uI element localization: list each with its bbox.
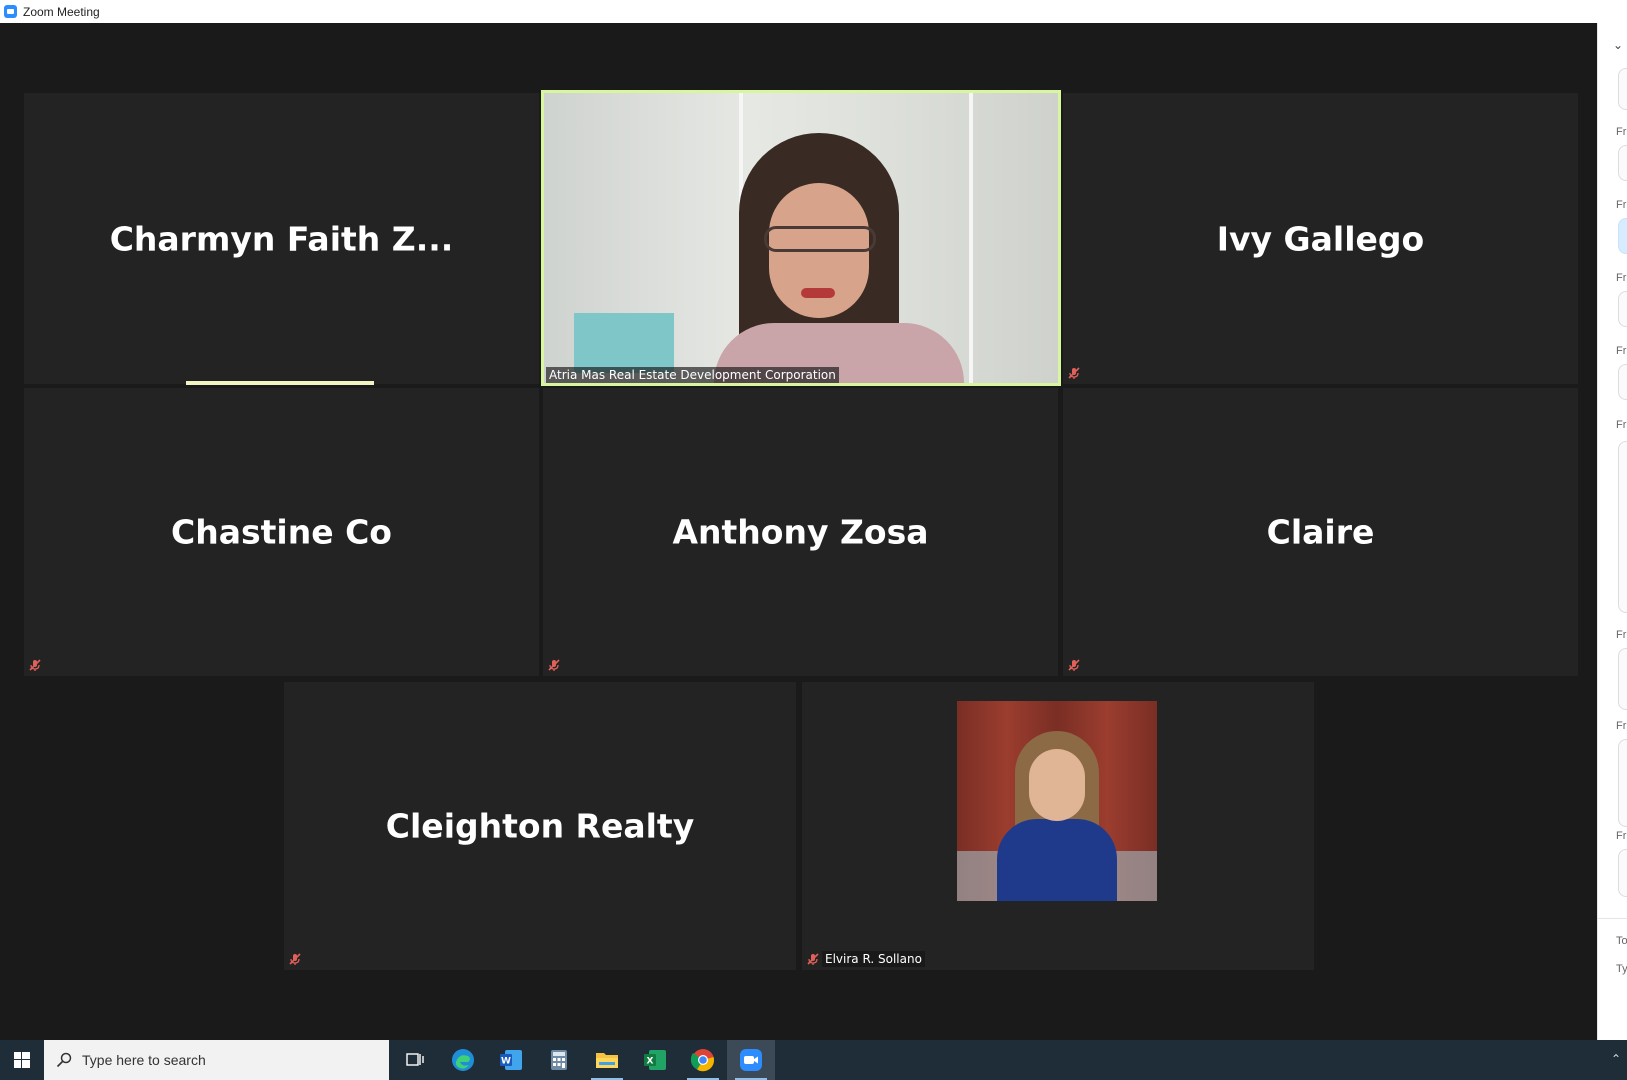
chat-sender-label: Fr bbox=[1616, 419, 1627, 431]
participant-name: Charmyn Faith Z... bbox=[109, 219, 454, 258]
zoom-taskbar-icon[interactable] bbox=[727, 1040, 775, 1080]
chevron-up-icon[interactable]: ⌃ bbox=[1611, 1052, 1621, 1066]
divider bbox=[1598, 918, 1627, 919]
participant-caption: Elvira R. Sollano bbox=[822, 951, 925, 967]
chat-bubble bbox=[1618, 218, 1627, 254]
participant-tile[interactable]: Claire bbox=[1063, 388, 1578, 676]
mic-muted-icon bbox=[1066, 365, 1082, 381]
chrome-icon[interactable] bbox=[679, 1040, 727, 1080]
calculator-icon[interactable] bbox=[535, 1040, 583, 1080]
chat-bubble bbox=[1618, 648, 1627, 710]
participant-name: Claire bbox=[1266, 512, 1375, 552]
word-icon[interactable]: W bbox=[487, 1040, 535, 1080]
participant-video bbox=[544, 93, 1058, 383]
chat-panel: ⌄ Fr Fr Fr Fr Fr Fr Fr Fr To Ty bbox=[1597, 23, 1627, 1040]
participant-name: Chastine Co bbox=[171, 512, 392, 552]
mic-muted-icon bbox=[546, 657, 562, 673]
svg-text:W: W bbox=[501, 1057, 511, 1067]
mic-muted-icon bbox=[287, 951, 303, 967]
chat-sender-label: Fr bbox=[1616, 126, 1627, 138]
participant-name: Cleighton Realty bbox=[385, 806, 695, 846]
chat-sender-label: Fr bbox=[1616, 272, 1627, 284]
participant-tile[interactable]: Chastine Co bbox=[24, 388, 539, 676]
window-blind bbox=[969, 93, 973, 383]
participant-tile[interactable]: Ivy Gallego bbox=[1063, 93, 1578, 384]
chat-bubble bbox=[1618, 145, 1627, 181]
taskbar: Type here to search W X ⌃ bbox=[0, 1040, 1627, 1080]
mic-muted-icon bbox=[1066, 657, 1082, 673]
participant-name: Ivy Gallego bbox=[1216, 219, 1425, 258]
window-titlebar: Zoom Meeting bbox=[0, 0, 1627, 23]
search-placeholder: Type here to search bbox=[82, 1052, 206, 1068]
taskbar-search-box[interactable]: Type here to search bbox=[44, 1040, 389, 1080]
participant-tile[interactable]: Anthony Zosa bbox=[543, 388, 1058, 676]
chat-bubble bbox=[1618, 364, 1627, 400]
chat-bubble bbox=[1618, 291, 1627, 327]
participant-name: Anthony Zosa bbox=[672, 512, 929, 552]
zoom-icon bbox=[4, 5, 17, 18]
person-lips bbox=[801, 288, 835, 298]
chat-to-label[interactable]: To bbox=[1616, 935, 1627, 947]
chat-sender-label: Fr bbox=[1616, 199, 1627, 211]
participant-caption: Atria Mas Real Estate Development Corpor… bbox=[546, 367, 839, 383]
chat-sender-label: Fr bbox=[1616, 830, 1627, 842]
window-title: Zoom Meeting bbox=[23, 4, 100, 19]
chat-bubble bbox=[1618, 441, 1627, 613]
participant-tile-active-speaker[interactable]: Atria Mas Real Estate Development Corpor… bbox=[541, 90, 1061, 386]
task-view-icon[interactable] bbox=[391, 1040, 439, 1080]
chat-bubble bbox=[1618, 68, 1627, 110]
person-glasses bbox=[764, 226, 876, 252]
chat-sender-label: Fr bbox=[1616, 720, 1627, 732]
profile-picture bbox=[957, 701, 1157, 901]
chevron-down-icon[interactable]: ⌄ bbox=[1613, 38, 1623, 52]
participant-tile[interactable]: Charmyn Faith Z... bbox=[24, 93, 539, 384]
chat-input-placeholder[interactable]: Ty bbox=[1616, 963, 1627, 975]
background-boxes bbox=[574, 313, 674, 373]
chat-bubble bbox=[1618, 849, 1627, 897]
speaking-indicator bbox=[186, 381, 374, 385]
chat-sender-label: Fr bbox=[1616, 629, 1627, 641]
excel-icon[interactable]: X bbox=[631, 1040, 679, 1080]
mic-muted-icon bbox=[27, 657, 43, 673]
participant-tile[interactable]: Cleighton Realty bbox=[284, 682, 796, 970]
photo-face bbox=[1029, 749, 1085, 821]
file-explorer-icon[interactable] bbox=[583, 1040, 631, 1080]
chat-bubble bbox=[1618, 739, 1627, 827]
svg-text:X: X bbox=[647, 1057, 654, 1067]
windows-start-icon[interactable] bbox=[0, 1040, 44, 1080]
photo-vest bbox=[997, 819, 1117, 901]
edge-icon[interactable] bbox=[439, 1040, 487, 1080]
chat-sender-label: Fr bbox=[1616, 345, 1627, 357]
mic-muted-icon bbox=[805, 951, 821, 967]
search-icon bbox=[56, 1052, 72, 1068]
